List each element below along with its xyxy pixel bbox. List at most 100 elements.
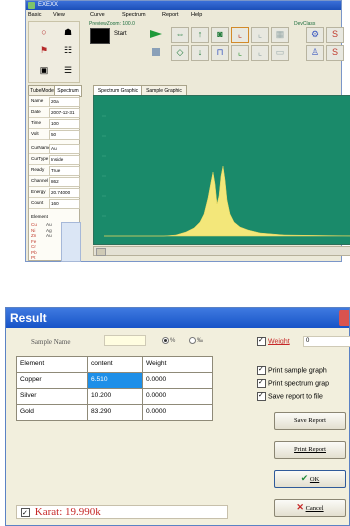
scroll-thumb[interactable]: [96, 248, 106, 256]
weight-input[interactable]: 0: [303, 336, 350, 347]
info-value[interactable]: 2007-12-31: [49, 108, 80, 118]
info-key: CurType: [31, 156, 49, 161]
main-title-bar: EXEXX: [26, 1, 341, 10]
info-value[interactable]: Au: [49, 144, 80, 154]
calibrate-icon[interactable]: ♙: [306, 45, 324, 61]
table-cell-weight[interactable]: 0.0000: [142, 372, 213, 389]
table-cell-content[interactable]: 10.200: [87, 388, 146, 405]
settings-icon[interactable]: ⚙: [306, 27, 324, 43]
print-spectrum-checkbox[interactable]: Print spectrum grap: [257, 378, 330, 388]
element-name[interactable]: Pb: [31, 250, 37, 255]
tube-icon[interactable]: ⚑: [37, 44, 51, 56]
info-row: Volt 50: [29, 129, 80, 140]
table-cell-element[interactable]: Copper: [16, 372, 91, 389]
ok-button[interactable]: ✔ OK: [274, 470, 346, 488]
sample-name-input[interactable]: [104, 335, 146, 346]
result-dialog: Result Sample Name % ‰ Element content W…: [5, 307, 350, 526]
chart-icon[interactable]: ☰: [61, 64, 75, 76]
weight-checkbox[interactable]: Weight: [257, 336, 290, 346]
start-button[interactable]: Start: [114, 27, 164, 41]
close-icon[interactable]: [339, 310, 349, 326]
info-row: Name 20a: [29, 96, 80, 107]
compare-icon[interactable]: ⌞: [251, 45, 269, 61]
arrow-down-icon[interactable]: ↓: [191, 45, 209, 61]
save-report-button[interactable]: Save Report: [274, 412, 346, 430]
marker-icon[interactable]: ▭: [271, 45, 289, 61]
move-left-right-icon[interactable]: ⇔: [171, 27, 189, 43]
info-value[interactable]: 160: [49, 199, 80, 209]
spectrum-plot[interactable]: [93, 95, 350, 245]
target-icon[interactable]: ◙: [211, 27, 229, 43]
lock-icon[interactable]: ⊓: [211, 45, 229, 61]
cancel-button[interactable]: ✕ Cancel: [274, 499, 346, 517]
element-name[interactable]: Fe: [31, 239, 36, 244]
filter-icon[interactable]: ☷: [61, 44, 75, 56]
log-scale-icon[interactable]: ⌞: [251, 27, 269, 43]
element-name[interactable]: Pt: [31, 255, 35, 260]
check-icon: ✔: [300, 473, 309, 483]
spectrum-svg: [102, 115, 350, 237]
element-symbol[interactable]: Ag: [46, 228, 52, 233]
save-icon[interactable]: ▣: [37, 64, 51, 76]
table-cell-content[interactable]: 6.510: [87, 372, 146, 389]
table-header-element: Element: [16, 356, 91, 373]
play-icon: [150, 30, 162, 38]
grid-icon[interactable]: ▦: [271, 27, 289, 43]
element-symbol[interactable]: Au: [46, 222, 52, 227]
info-value[interactable]: 100: [49, 119, 80, 129]
element-name[interactable]: Cr: [31, 244, 36, 249]
save-report-file-label: Save report to file: [268, 393, 323, 401]
zoom-x-icon[interactable]: ◇: [171, 45, 189, 61]
menu-curve[interactable]: Curve: [90, 11, 105, 20]
table-cell-element[interactable]: Silver: [16, 388, 91, 405]
element-scroll-area[interactable]: [61, 222, 81, 262]
menu-help[interactable]: Help: [191, 11, 202, 20]
arrow-up-icon[interactable]: ↑: [191, 27, 209, 43]
record-icon[interactable]: ○: [37, 26, 51, 38]
checkbox-icon: [257, 336, 266, 346]
table-cell-weight[interactable]: 0.0000: [142, 404, 213, 421]
info-value[interactable]: 20.74000: [49, 188, 80, 198]
element-symbol[interactable]: Au: [46, 233, 52, 238]
element-header-label: Element: [31, 214, 48, 219]
menu-basic[interactable]: Basic: [28, 11, 41, 20]
menu-report[interactable]: Report: [162, 11, 179, 20]
cancel-label: Cancel: [305, 505, 324, 512]
info-value[interactable]: 50: [49, 130, 80, 140]
spectrum-tabs: Spectrum Graphic Sample Graphic: [93, 85, 193, 97]
table-header-weight: Weight: [142, 356, 213, 373]
sample-icon[interactable]: S: [326, 27, 344, 43]
info-value[interactable]: True: [49, 166, 80, 176]
info-value[interactable]: 20a: [49, 97, 80, 107]
save-report-file-checkbox[interactable]: Save report to file: [257, 391, 323, 401]
stop-icon: [152, 48, 160, 56]
info-key: CurName: [31, 145, 51, 150]
table-cell-element[interactable]: Gold: [16, 404, 91, 421]
report-icon[interactable]: S: [326, 45, 344, 61]
info-row: Channel 862: [29, 176, 80, 187]
table-cell-content[interactable]: 83.290: [87, 404, 146, 421]
print-report-button[interactable]: Print Report: [274, 441, 346, 459]
element-name[interactable]: Zn: [31, 233, 36, 238]
peak-icon[interactable]: ⌞: [231, 45, 249, 61]
result-title: Result: [10, 311, 47, 325]
unit-permille-radio[interactable]: ‰: [189, 337, 203, 344]
info-value[interactable]: Inside: [49, 155, 80, 165]
karat-checkbox-icon[interactable]: [21, 507, 30, 520]
info-value[interactable]: 862: [49, 177, 80, 187]
open-icon[interactable]: ☗: [61, 26, 75, 38]
result-table: Element content Weight Copper 6.510 0.00…: [16, 356, 228, 421]
menu-view[interactable]: View: [53, 11, 65, 20]
info-tabs: TubeMode Spectrum: [28, 85, 82, 97]
unit-percent-label: %: [170, 338, 176, 345]
linear-scale-icon[interactable]: ⌞: [231, 27, 249, 43]
menu-spectrum[interactable]: Spectrum: [122, 11, 146, 20]
element-name[interactable]: Cu: [31, 222, 37, 227]
spectrum-scrollbar[interactable]: [93, 246, 350, 256]
print-sample-checkbox[interactable]: Print sample graph: [257, 365, 327, 375]
unit-percent-radio[interactable]: %: [162, 337, 175, 344]
print-spectrum-label: Print spectrum grap: [268, 380, 330, 388]
table-cell-weight[interactable]: 0.0000: [142, 388, 213, 405]
element-name[interactable]: Ni: [31, 228, 35, 233]
stop-button[interactable]: [114, 45, 164, 59]
